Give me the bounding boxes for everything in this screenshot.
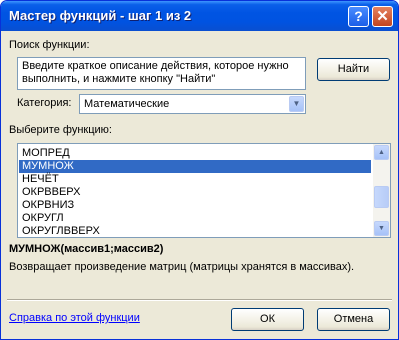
help-link[interactable]: Справка по этой функции [9, 312, 140, 324]
window-title: Мастер функций - шаг 1 из 2 [9, 8, 192, 23]
chevron-down-icon[interactable]: ▼ [289, 96, 304, 112]
search-label: Поиск функции: [9, 39, 90, 51]
list-item[interactable]: ОКРВВЕРХ [19, 186, 371, 199]
list-item-selected[interactable]: МУМНОЖ [19, 160, 371, 173]
scroll-thumb[interactable] [374, 186, 389, 208]
list-scrollbar[interactable]: ▲ ▼ [373, 144, 390, 237]
list-item[interactable]: ОКРВНИЗ [19, 199, 371, 212]
list-item[interactable]: МОПРЕД [19, 147, 371, 160]
find-button[interactable]: Найти [317, 58, 390, 81]
category-value: Математические [84, 98, 170, 110]
cancel-button[interactable]: Отмена [317, 308, 390, 331]
divider [7, 299, 392, 301]
functions-label: Выберите функцию: [9, 124, 112, 136]
scroll-up-icon[interactable]: ▲ [374, 145, 389, 160]
scroll-down-icon[interactable]: ▼ [374, 221, 389, 236]
function-description: Возвращает произведение матриц (матрицы … [9, 261, 355, 273]
title-bar[interactable]: Мастер функций - шаг 1 из 2 ? ✕ [1, 1, 398, 31]
close-icon[interactable]: ✕ [372, 6, 393, 27]
category-label: Категория: [17, 97, 72, 109]
list-item[interactable]: ОКРУГЛ [19, 212, 371, 225]
help-icon[interactable]: ? [348, 6, 369, 27]
search-description-field[interactable]: Введите краткое описание действия, котор… [17, 57, 306, 90]
function-signature: МУМНОЖ(массив1;массив2) [9, 243, 164, 255]
function-list[interactable]: МОПРЕД МУМНОЖ НЕЧЁТ ОКРВВЕРХ ОКРВНИЗ ОКР… [17, 143, 391, 238]
list-item[interactable]: ОКРУГЛВВЕРХ [19, 225, 371, 237]
category-select[interactable]: Математические ▼ [79, 94, 306, 114]
function-wizard-dialog: Мастер функций - шаг 1 из 2 ? ✕ Поиск фу… [0, 0, 399, 340]
ok-button[interactable]: ОК [231, 308, 304, 331]
list-item[interactable]: НЕЧЁТ [19, 173, 371, 186]
